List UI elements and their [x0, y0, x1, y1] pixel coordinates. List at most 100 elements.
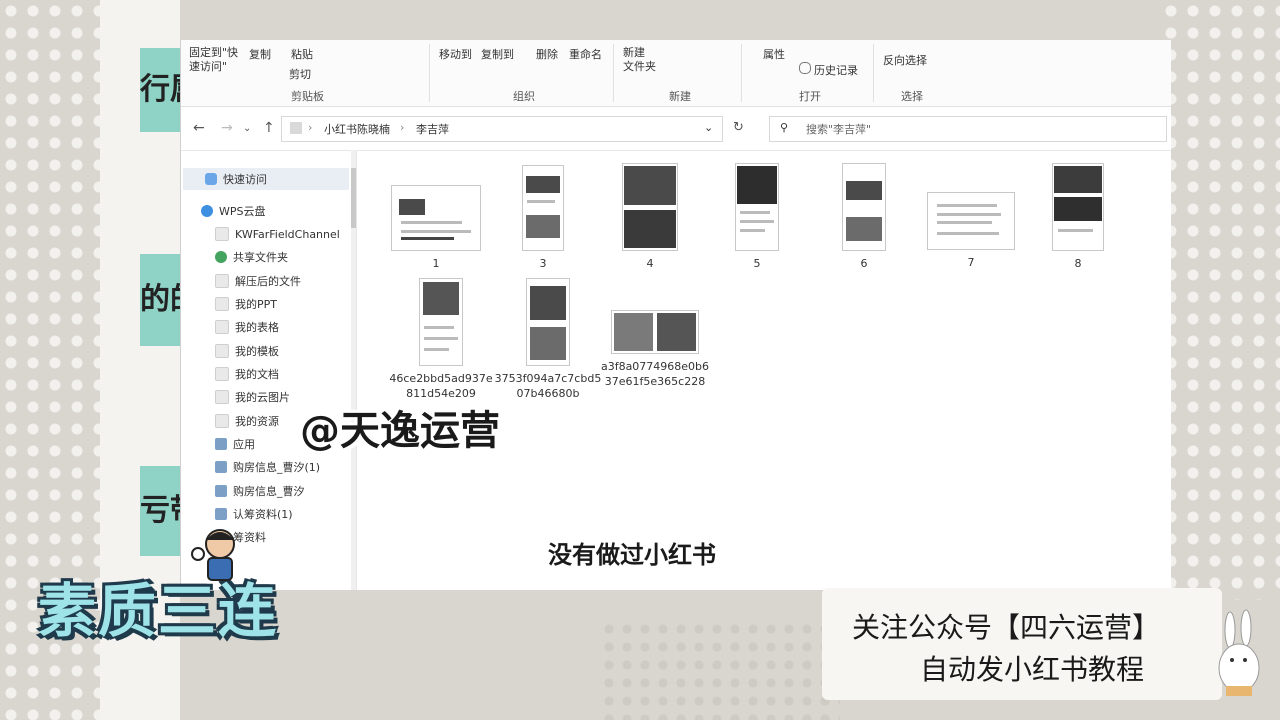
file-name: 46ce2bbd5ad937e811d54e209 — [389, 372, 493, 400]
folder-icon — [215, 367, 229, 381]
refresh-icon[interactable]: ↻ — [733, 120, 744, 135]
sidebar-item-label: 我的表格 — [235, 321, 279, 334]
sidebar-item-folder[interactable]: 购房信息_曹汐(1) — [215, 456, 320, 478]
sidebar-item-folder[interactable]: 购房信息_曹汐 — [215, 480, 305, 502]
sidebar-item-folder[interactable]: KWFarFieldChannel — [215, 223, 340, 245]
sidebar-item-folder[interactable]: 我的模板 — [215, 340, 279, 362]
ribbon-separator — [873, 44, 874, 102]
subtitle-caption: 没有做过小红书 — [548, 541, 716, 569]
copy-button[interactable]: 复制 — [249, 46, 271, 62]
properties-button[interactable]: 属性 — [763, 46, 785, 62]
sidebar-item-folder[interactable]: 应用 — [215, 433, 255, 455]
sidebar-item-folder[interactable]: 共享文件夹 — [215, 246, 288, 268]
file-thumbnail — [522, 165, 564, 251]
app-icon — [215, 485, 227, 497]
sidebar-item-label: 认筹资料(1) — [233, 508, 293, 521]
cartoon-character-icon — [191, 529, 235, 581]
app-icon — [215, 461, 227, 473]
folder-icon — [215, 297, 229, 311]
folder-icon — [215, 344, 229, 358]
folder-icon — [215, 414, 229, 428]
sidebar-item-folder[interactable]: 解压后的文件 — [215, 270, 301, 292]
file-item[interactable]: 5 — [707, 163, 807, 271]
invert-selection-button[interactable]: 反向选择 — [883, 52, 927, 68]
pin-quick-access-button[interactable]: 固定到"快 速访问" — [189, 46, 238, 74]
breadcrumb-item-current[interactable]: 李吉萍 — [416, 121, 449, 137]
sidebar-item-label: 应用 — [233, 438, 255, 451]
file-item[interactable]: 7 — [921, 192, 1021, 270]
share-icon — [215, 251, 227, 263]
file-thumbnail — [842, 163, 886, 251]
file-name: 6 — [860, 257, 868, 270]
sidebar-item-label: 共享文件夹 — [233, 251, 288, 264]
breadcrumb-item[interactable]: 小红书陈晓楠 — [324, 121, 390, 137]
file-item[interactable]: 8 — [1028, 163, 1128, 271]
sidebar-item-folder[interactable]: 我的文档 — [215, 363, 279, 385]
file-item[interactable]: 4 — [600, 163, 700, 271]
watermark-text: @天逸运营 — [300, 408, 500, 454]
bunny-mascot-icon — [1218, 609, 1260, 696]
address-bar[interactable]: › 小红书陈晓楠 › 李吉萍 ⌄ — [281, 116, 723, 142]
background-block-3: 亏带 — [140, 466, 185, 556]
sidebar-item-label: 购房信息_曹汐(1) — [233, 461, 321, 474]
ribbon-separator — [741, 44, 742, 102]
new-folder-button[interactable]: 新建 文件夹 — [623, 46, 656, 74]
rename-button[interactable]: 重命名 — [569, 46, 602, 62]
background-dots-right — [1160, 0, 1280, 600]
file-name: 5 — [753, 257, 761, 270]
sidebar-item-label: 我的PPT — [235, 298, 277, 311]
sticker-badge: 素质三连 — [28, 550, 308, 660]
folder-icon — [215, 274, 229, 288]
file-name: 3753f094a7c7cbd507b46680b — [494, 372, 602, 400]
promo-banner: 关注公众号【四六运营】 自动发小红书教程 — [822, 588, 1222, 700]
background-dots-bottom — [600, 620, 840, 720]
folder-icon — [215, 227, 229, 241]
organize-group-label: 组织 — [513, 90, 535, 103]
sidebar-item-label: 我的资源 — [235, 415, 279, 428]
breadcrumb-separator: › — [308, 121, 313, 134]
app-icon — [215, 508, 227, 520]
sidebar-item-label: 快速访问 — [223, 173, 267, 186]
sidebar-item-folder[interactable]: 我的PPT — [215, 293, 277, 315]
file-item[interactable]: a3f8a0774968e0b637e61f5e365c228 — [600, 310, 710, 389]
sidebar-item-label: 我的模板 — [235, 345, 279, 358]
file-item[interactable]: 6 — [814, 163, 914, 271]
copy-to-button[interactable]: 复制到 — [481, 46, 514, 62]
recent-chevron-icon[interactable]: ⌄ — [243, 123, 251, 134]
cloud-icon — [201, 205, 213, 217]
sidebar-item-label: 我的文档 — [235, 368, 279, 381]
address-bar-row: ← → ⌄ ↑ › 小红书陈晓楠 › 李吉萍 ⌄ ↻ ⚲ 搜索"李吉萍" — [181, 106, 1171, 151]
sidebar-item-folder[interactable]: 我的表格 — [215, 316, 279, 338]
sidebar-scrollbar-thumb[interactable] — [351, 168, 356, 228]
file-thumbnail — [622, 163, 678, 251]
sidebar-item-folder[interactable]: 我的资源 — [215, 410, 279, 432]
back-arrow-icon[interactable]: ← — [193, 120, 205, 136]
file-thumbnail — [526, 278, 570, 366]
background-block-2: 的的 — [140, 254, 185, 346]
sidebar-item-label: 我的云图片 — [235, 391, 290, 404]
cut-button[interactable]: 剪切 — [289, 66, 311, 82]
paste-button[interactable]: 粘贴 — [291, 46, 313, 62]
up-arrow-icon[interactable]: ↑ — [263, 120, 275, 136]
file-name: a3f8a0774968e0b637e61f5e365c228 — [600, 360, 710, 388]
file-item[interactable]: 3 — [493, 165, 593, 271]
sidebar-item-quick-access[interactable]: 快速访问 — [183, 168, 349, 190]
file-name: 8 — [1074, 257, 1082, 270]
folder-icon — [215, 390, 229, 404]
delete-button[interactable]: 删除 — [536, 46, 558, 62]
file-item[interactable]: 46ce2bbd5ad937e811d54e209 — [386, 278, 496, 401]
history-button[interactable]: 历史记录 — [799, 62, 858, 78]
sidebar-item-wps-cloud[interactable]: WPS云盘 — [201, 200, 266, 222]
file-item[interactable]: 1 — [386, 185, 486, 271]
sidebar-item-folder[interactable]: 我的云图片 — [215, 386, 290, 408]
sidebar-item-folder[interactable]: 认筹资料(1) — [215, 503, 293, 525]
star-icon — [205, 173, 217, 185]
file-item[interactable]: 3753f094a7c7cbd507b46680b — [493, 278, 603, 401]
chevron-down-icon[interactable]: ⌄ — [704, 121, 713, 134]
promo-line-1: 关注公众号【四六运营】 — [852, 611, 1161, 644]
file-thumbnail — [735, 163, 779, 251]
move-to-button[interactable]: 移动到 — [439, 46, 472, 62]
search-placeholder: 搜索"李吉萍" — [806, 123, 872, 136]
forward-arrow-icon[interactable]: → — [221, 120, 233, 136]
search-input[interactable]: ⚲ 搜索"李吉萍" — [769, 116, 1167, 142]
